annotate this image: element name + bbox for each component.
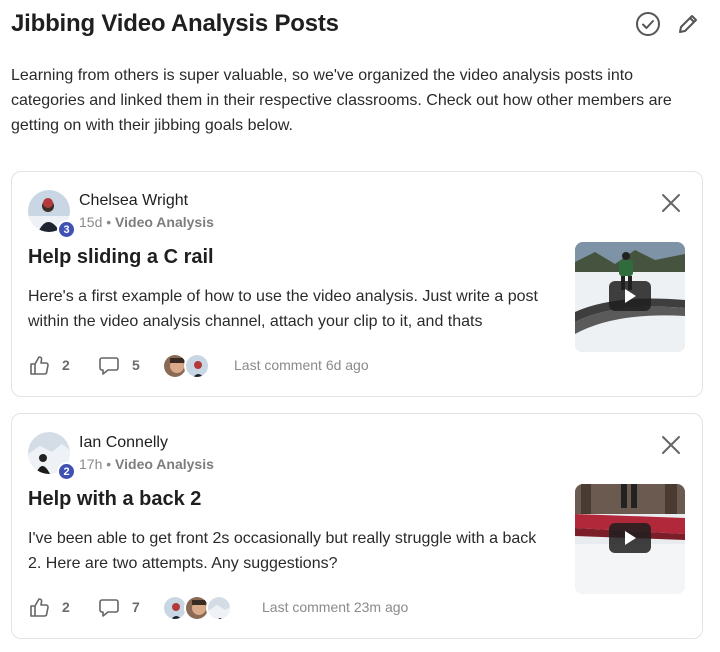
pencil-icon[interactable] bbox=[675, 11, 701, 37]
meta-separator: • bbox=[106, 214, 112, 230]
post-card[interactable]: 3 Chelsea Wright 15d • Video Analysis He… bbox=[11, 171, 703, 397]
post-age: 15d bbox=[79, 214, 103, 230]
last-comment: Last comment 23m ago bbox=[262, 599, 409, 615]
author-name[interactable]: Ian Connelly bbox=[79, 434, 168, 452]
thumbs-up-icon bbox=[30, 356, 49, 375]
post-category[interactable]: Video Analysis bbox=[115, 456, 214, 472]
level-badge: 3 bbox=[57, 220, 76, 239]
commenter-avatars[interactable] bbox=[162, 353, 210, 379]
post-title[interactable]: Help with a back 2 bbox=[28, 488, 201, 511]
author-row: 3 Chelsea Wright 15d • Video Analysis bbox=[28, 190, 628, 239]
author-row: 2 Ian Connelly 17h • Video Analysis bbox=[28, 432, 628, 481]
like-button[interactable]: 2 bbox=[28, 595, 70, 619]
last-comment: Last comment 6d ago bbox=[234, 357, 369, 373]
author-name[interactable]: Chelsea Wright bbox=[79, 192, 188, 210]
play-icon[interactable] bbox=[609, 523, 651, 553]
thumbs-up-icon bbox=[30, 598, 49, 617]
commenter-avatars[interactable] bbox=[162, 595, 232, 621]
post-footer: 2 7 Last comment 23m ago bbox=[28, 595, 628, 621]
play-icon[interactable] bbox=[609, 281, 651, 311]
level-badge: 2 bbox=[57, 462, 76, 481]
close-icon[interactable] bbox=[660, 434, 682, 456]
like-count: 2 bbox=[62, 357, 70, 373]
comment-button[interactable]: 5 bbox=[98, 353, 140, 377]
post-body: I've been able to get front 2s occasiona… bbox=[28, 530, 537, 572]
post-meta: 15d • Video Analysis bbox=[79, 214, 214, 230]
post-category[interactable]: Video Analysis bbox=[115, 214, 214, 230]
like-button[interactable]: 2 bbox=[28, 353, 70, 377]
comment-button[interactable]: 7 bbox=[98, 595, 140, 619]
video-thumbnail[interactable] bbox=[575, 242, 685, 352]
post-age: 17h bbox=[79, 456, 103, 472]
post-body: Here's a first example of how to use the… bbox=[28, 288, 538, 330]
post-footer: 2 5 Last comment 6d ago bbox=[28, 353, 628, 379]
video-thumbnail[interactable] bbox=[575, 484, 685, 594]
meta-separator: • bbox=[106, 456, 112, 472]
comment-count: 5 bbox=[132, 357, 140, 373]
comment-count: 7 bbox=[132, 599, 140, 615]
intro-text: Learning from others is super valuable, … bbox=[11, 67, 672, 134]
page-header: Jibbing Video Analysis Posts bbox=[11, 8, 701, 40]
post-card[interactable]: 2 Ian Connelly 17h • Video Analysis Help… bbox=[11, 413, 703, 639]
like-count: 2 bbox=[62, 599, 70, 615]
page-title: Jibbing Video Analysis Posts bbox=[11, 10, 339, 37]
comment-icon bbox=[99, 357, 119, 375]
post-meta: 17h • Video Analysis bbox=[79, 456, 214, 472]
header-actions bbox=[635, 11, 701, 37]
close-icon[interactable] bbox=[660, 192, 682, 214]
avatar[interactable] bbox=[206, 595, 232, 621]
check-circle-icon[interactable] bbox=[635, 11, 661, 37]
post-title[interactable]: Help sliding a C rail bbox=[28, 246, 214, 269]
comment-icon bbox=[99, 599, 119, 617]
avatar[interactable] bbox=[184, 353, 210, 379]
